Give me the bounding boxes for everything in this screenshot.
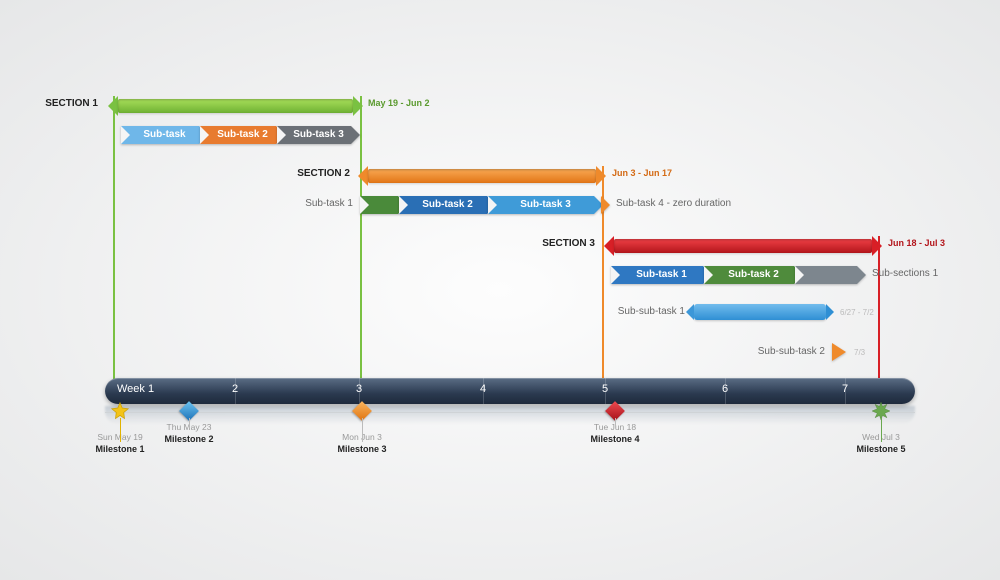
s2-task-3: Sub-task 3 .chev[data-name="s2-task-3"]:… (488, 196, 594, 214)
s3-task-2: Sub-task 2 .chev[data-name="s3-task-2"]:… (704, 266, 794, 284)
s3-sst1-note: 6/27 - 7/2 (840, 308, 874, 317)
section-3-dates: Jun 18 - Jul 3 (888, 238, 945, 248)
section-1-label: SECTION 1 (0, 98, 98, 109)
tick-week-6: 6 (722, 383, 728, 395)
section-3-label: SECTION 3 (495, 238, 595, 249)
timeline-reflection (105, 406, 915, 424)
s3-sst1-label: Sub-sub-task 1 (590, 306, 685, 317)
section-2-bar (368, 166, 596, 186)
s2-task4-label: Sub-task 4 - zero duration (616, 198, 731, 209)
section-1-tasks: Sub-task .chev[data-name="s1-task-1"]::a… (0, 125, 1000, 145)
s2-task-4-marker (601, 196, 610, 214)
s1-task-3: Sub-task 3 .chev[data-name="s1-task-3"]:… (277, 126, 351, 144)
s3-sst2-note: 7/3 (854, 348, 865, 357)
section-3-bar (614, 236, 872, 256)
s3-sst2-label: Sub-sub-task 2 (730, 346, 825, 357)
timeline-axis: Week 1 2 3 4 5 6 7 (105, 378, 915, 404)
s1-task-1: Sub-task .chev[data-name="s1-task-1"]::a… (121, 126, 199, 144)
tick-week-1: Week 1 (117, 383, 154, 395)
s2-task-2: Sub-task 2 .chev[data-name="s2-task-2"]:… (399, 196, 487, 214)
tick-week-2: 2 (232, 383, 238, 395)
tick-week-3: 3 (356, 383, 362, 395)
tick-week-4: 4 (480, 383, 486, 395)
section-3-row1: Sub-task 1 .chev[data-name="s3-task-1"]:… (0, 265, 1000, 285)
section-2-tasks: .chev[data-name="s2-task-1"]::after{bord… (0, 195, 1000, 215)
milestone-2: Thu May 23 Milestone 2 (154, 404, 224, 444)
s1-task-2: Sub-task 2 .chev[data-name="s1-task-2"]:… (200, 126, 276, 144)
section-1-bar (118, 96, 353, 116)
milestone-4: Tue Jun 18 Milestone 4 (580, 404, 650, 444)
s3-sst2-marker (832, 343, 846, 361)
s2-task-1: .chev[data-name="s2-task-1"]::after{bord… (360, 196, 398, 214)
tick-week-5: 5 (602, 383, 608, 395)
s3-subsections-label: Sub-sections 1 (872, 268, 938, 279)
milestone-1: Sun May 19 Milestone 1 (85, 404, 155, 454)
milestone-axis (105, 412, 915, 413)
section-1-dates: May 19 - Jun 2 (368, 98, 430, 108)
section-2-dates: Jun 3 - Jun 17 (612, 168, 672, 178)
gantt-chart: SECTION 1 May 19 - Jun 2 Sub-task .chev[… (0, 0, 1000, 580)
s3-task-3: .chev[data-name="s3-task-3"]::after{bord… (795, 266, 857, 284)
milestone-3: Mon Jun 3 Milestone 3 (327, 404, 397, 454)
milestone-5: Wed Jul 3 Milestone 5 (846, 404, 916, 454)
section-3-end-line (878, 236, 880, 391)
section-2-label: SECTION 2 (250, 168, 350, 179)
s3-sst1-bar (694, 304, 826, 320)
tick-week-7: 7 (842, 383, 848, 395)
s3-task-1: Sub-task 1 .chev[data-name="s3-task-1"]:… (611, 266, 703, 284)
